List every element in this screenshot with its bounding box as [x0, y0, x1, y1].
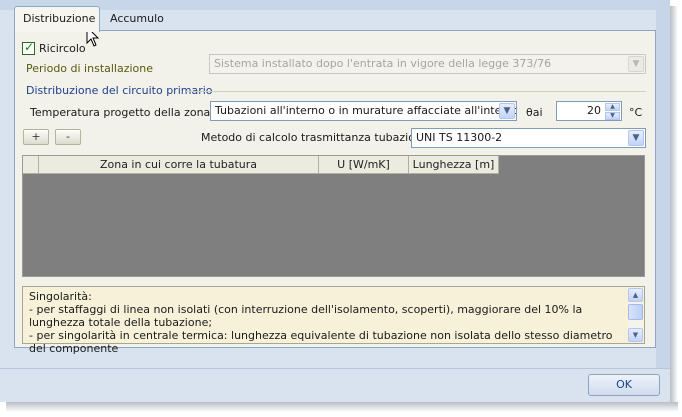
grid-col-lunghezza[interactable]: Lunghezza [m]: [409, 156, 499, 174]
notes-line: - per singolarità in centrale termica: l…: [29, 329, 613, 355]
remove-row-button[interactable]: -: [55, 129, 81, 145]
notes-line: Singolarità:: [29, 290, 92, 303]
ok-button[interactable]: OK: [588, 374, 660, 396]
theta-value: 20: [587, 104, 601, 117]
dialog-window: Distribuzione Accumulo Ricircolo Periodo…: [0, 0, 670, 402]
add-row-button[interactable]: +: [23, 129, 49, 145]
dialog-footer: [0, 368, 670, 402]
notes-text: Singolarità: - per staffaggi di linea no…: [29, 290, 625, 355]
chevron-down-icon[interactable]: ▼: [628, 130, 644, 146]
window-shadow-right: [670, 6, 678, 406]
metodo-value: UNI TS 11300-2: [416, 131, 503, 144]
theta-unit: °C: [629, 106, 643, 119]
periodo-value: Sistema installato dopo l'entrata in vig…: [214, 57, 552, 70]
spin-down-icon[interactable]: ▼: [605, 112, 620, 120]
grid-col-u[interactable]: U [W/mK]: [319, 156, 409, 174]
grid-col-zona[interactable]: Zona in cui corre la tubatura: [39, 156, 319, 174]
tab-bar: Distribuzione Accumulo: [10, 6, 656, 32]
notes-scrollbar[interactable]: ▲ ▼: [628, 288, 643, 342]
metodo-label: Metodo di calcolo trasmittanza tubazione: [201, 131, 429, 144]
window-right-strip: [656, 0, 670, 368]
periodo-combo[interactable]: Sistema installato dopo l'entrata in vig…: [209, 54, 646, 74]
circuit-group-label: Distribuzione del circuito primario: [26, 84, 213, 97]
ricircolo-checkbox[interactable]: [22, 40, 35, 55]
scroll-down-icon[interactable]: ▼: [628, 328, 643, 342]
spin-up-icon[interactable]: ▲: [605, 103, 620, 111]
temperatura-value: Tubazioni all'interno o in murature affa…: [215, 104, 517, 117]
notes-box[interactable]: Singolarità: - per staffaggi di linea no…: [22, 286, 645, 355]
scroll-up-icon[interactable]: ▲: [628, 288, 643, 302]
metodo-combo[interactable]: UNI TS 11300-2 ▼: [411, 128, 646, 148]
tab-accumulo[interactable]: Accumulo: [102, 8, 172, 31]
tubazioni-grid[interactable]: Zona in cui corre la tubatura U [W/mK] L…: [22, 155, 645, 277]
tab-distribuzione[interactable]: Distribuzione: [14, 6, 100, 32]
ricircolo-label: Ricircolo: [39, 42, 86, 55]
temperatura-combo[interactable]: Tubazioni all'interno o in murature affa…: [210, 101, 517, 121]
grid-header: Zona in cui corre la tubatura U [W/mK] L…: [23, 156, 499, 174]
grid-row-selector-header: [23, 156, 39, 174]
temperatura-label: Temperatura progetto della zona: [30, 106, 211, 119]
scroll-thumb[interactable]: [628, 304, 643, 320]
group-divider: [186, 91, 646, 92]
theta-label: θai: [526, 106, 543, 119]
periodo-label: Periodo di installazione: [26, 62, 154, 75]
chevron-down-icon[interactable]: ▼: [499, 103, 515, 119]
notes-line: - per staffaggi di linea non isolati (co…: [29, 303, 583, 329]
window-shadow-bottom: [6, 402, 678, 412]
theta-spinner[interactable]: 20 ▲ ▼: [556, 101, 622, 121]
chevron-down-icon[interactable]: ▼: [628, 56, 644, 72]
